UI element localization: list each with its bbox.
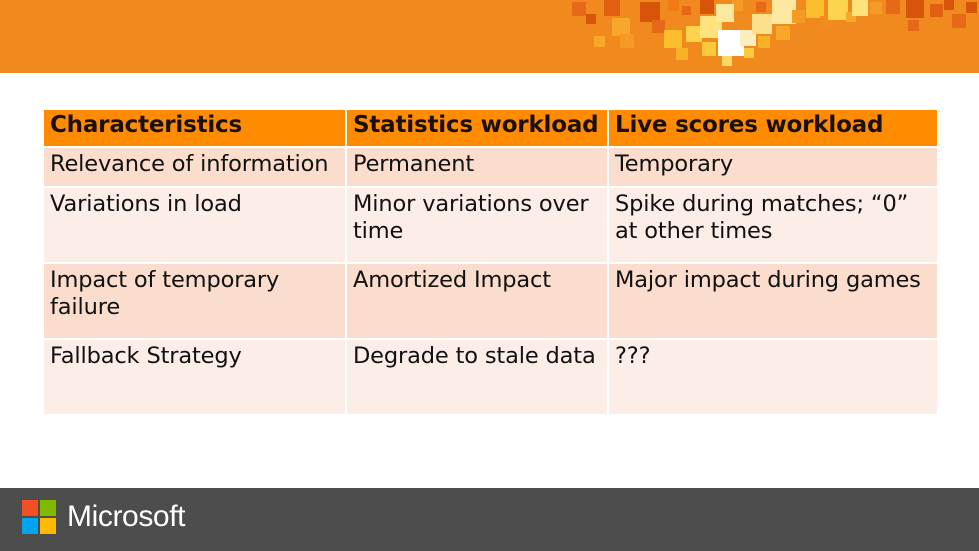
cell-live-scores: ??? <box>609 340 937 414</box>
logo-square-red <box>22 500 38 516</box>
logo-square-blue <box>22 518 38 534</box>
cell-characteristic: Variations in load <box>44 188 345 262</box>
cell-live-scores: Major impact during games <box>609 264 937 338</box>
cell-statistics: Degrade to stale data <box>347 340 607 414</box>
comparison-table: Characteristics Statistics workload Live… <box>42 108 939 416</box>
cell-statistics: Permanent <box>347 148 607 186</box>
banner-square-pattern <box>560 0 977 66</box>
logo-square-green <box>40 500 56 516</box>
top-decorative-banner <box>0 0 979 73</box>
column-header-statistics-workload: Statistics workload <box>347 110 607 146</box>
logo-square-yellow <box>40 518 56 534</box>
microsoft-logo: Microsoft <box>22 500 185 534</box>
cell-characteristic: Fallback Strategy <box>44 340 345 414</box>
table-row: Fallback Strategy Degrade to stale data … <box>44 340 937 414</box>
cell-statistics: Amortized Impact <box>347 264 607 338</box>
table-row: Variations in load Minor variations over… <box>44 188 937 262</box>
table-row: Relevance of information Permanent Tempo… <box>44 148 937 186</box>
table-header-row: Characteristics Statistics workload Live… <box>44 110 937 146</box>
cell-live-scores: Temporary <box>609 148 937 186</box>
column-header-live-scores-workload: Live scores workload <box>609 110 937 146</box>
microsoft-logo-icon <box>22 500 56 534</box>
cell-live-scores: Spike during matches; “0” at other times <box>609 188 937 262</box>
column-header-characteristics: Characteristics <box>44 110 345 146</box>
microsoft-wordmark: Microsoft <box>67 500 186 533</box>
table-row: Impact of temporary failure Amortized Im… <box>44 264 937 338</box>
cell-characteristic: Impact of temporary failure <box>44 264 345 338</box>
cell-statistics: Minor variations over time <box>347 188 607 262</box>
cell-characteristic: Relevance of information <box>44 148 345 186</box>
